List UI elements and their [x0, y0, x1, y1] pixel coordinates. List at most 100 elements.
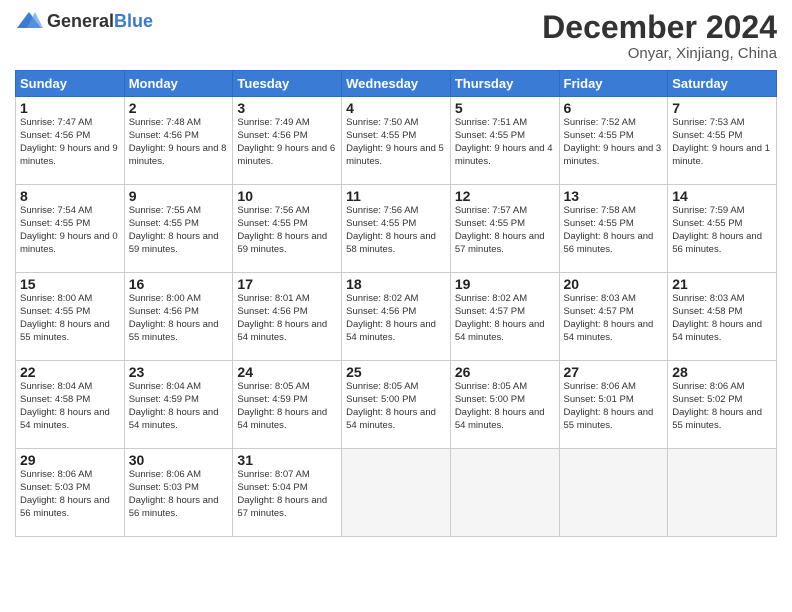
- day-info: Sunrise: 8:06 AM Sunset: 5:03 PM Dayligh…: [129, 469, 229, 520]
- calendar-cell: 8 Sunrise: 7:54 AM Sunset: 4:55 PM Dayli…: [16, 185, 125, 273]
- day-number: 19: [455, 276, 555, 292]
- day-number: 31: [237, 452, 337, 468]
- month-title: December 2024: [542, 10, 777, 45]
- day-number: 16: [129, 276, 229, 292]
- day-number: 25: [346, 364, 446, 380]
- day-info: Sunrise: 8:07 AM Sunset: 5:04 PM Dayligh…: [237, 469, 337, 520]
- day-of-week-header: Sunday: [16, 71, 125, 97]
- day-info: Sunrise: 7:55 AM Sunset: 4:55 PM Dayligh…: [129, 205, 229, 256]
- day-info: Sunrise: 8:05 AM Sunset: 5:00 PM Dayligh…: [346, 381, 446, 432]
- day-number: 26: [455, 364, 555, 380]
- day-of-week-header: Monday: [124, 71, 233, 97]
- day-info: Sunrise: 7:56 AM Sunset: 4:55 PM Dayligh…: [237, 205, 337, 256]
- calendar-cell: 19 Sunrise: 8:02 AM Sunset: 4:57 PM Dayl…: [450, 273, 559, 361]
- day-info: Sunrise: 8:04 AM Sunset: 4:59 PM Dayligh…: [129, 381, 229, 432]
- calendar-cell: [559, 449, 668, 537]
- day-info: Sunrise: 7:47 AM Sunset: 4:56 PM Dayligh…: [20, 117, 120, 168]
- title-area: December 2024 Onyar, Xinjiang, China: [542, 10, 777, 62]
- calendar-cell: 9 Sunrise: 7:55 AM Sunset: 4:55 PM Dayli…: [124, 185, 233, 273]
- calendar-cell: 28 Sunrise: 8:06 AM Sunset: 5:02 PM Dayl…: [668, 361, 777, 449]
- day-info: Sunrise: 7:58 AM Sunset: 4:55 PM Dayligh…: [564, 205, 664, 256]
- day-number: 15: [20, 276, 120, 292]
- calendar-cell: 26 Sunrise: 8:05 AM Sunset: 5:00 PM Dayl…: [450, 361, 559, 449]
- day-number: 1: [20, 100, 120, 116]
- calendar-cell: 27 Sunrise: 8:06 AM Sunset: 5:01 PM Dayl…: [559, 361, 668, 449]
- day-of-week-header: Saturday: [668, 71, 777, 97]
- main-container: GeneralBlue December 2024 Onyar, Xinjian…: [0, 0, 792, 545]
- day-number: 8: [20, 188, 120, 204]
- calendar-cell: 20 Sunrise: 8:03 AM Sunset: 4:57 PM Dayl…: [559, 273, 668, 361]
- day-info: Sunrise: 7:56 AM Sunset: 4:55 PM Dayligh…: [346, 205, 446, 256]
- day-info: Sunrise: 8:02 AM Sunset: 4:57 PM Dayligh…: [455, 293, 555, 344]
- calendar-cell: 7 Sunrise: 7:53 AM Sunset: 4:55 PM Dayli…: [668, 97, 777, 185]
- day-info: Sunrise: 8:06 AM Sunset: 5:01 PM Dayligh…: [564, 381, 664, 432]
- day-number: 29: [20, 452, 120, 468]
- calendar-cell: [342, 449, 451, 537]
- calendar-cell: 18 Sunrise: 8:02 AM Sunset: 4:56 PM Dayl…: [342, 273, 451, 361]
- day-number: 17: [237, 276, 337, 292]
- day-number: 9: [129, 188, 229, 204]
- day-info: Sunrise: 8:05 AM Sunset: 4:59 PM Dayligh…: [237, 381, 337, 432]
- calendar-cell: 14 Sunrise: 7:59 AM Sunset: 4:55 PM Dayl…: [668, 185, 777, 273]
- header: GeneralBlue December 2024 Onyar, Xinjian…: [15, 10, 777, 62]
- day-info: Sunrise: 8:04 AM Sunset: 4:58 PM Dayligh…: [20, 381, 120, 432]
- day-number: 12: [455, 188, 555, 204]
- calendar-cell: 31 Sunrise: 8:07 AM Sunset: 5:04 PM Dayl…: [233, 449, 342, 537]
- calendar-header-row: SundayMondayTuesdayWednesdayThursdayFrid…: [16, 71, 777, 97]
- calendar-cell: 3 Sunrise: 7:49 AM Sunset: 4:56 PM Dayli…: [233, 97, 342, 185]
- day-number: 22: [20, 364, 120, 380]
- day-info: Sunrise: 7:54 AM Sunset: 4:55 PM Dayligh…: [20, 205, 120, 256]
- day-info: Sunrise: 8:03 AM Sunset: 4:57 PM Dayligh…: [564, 293, 664, 344]
- day-number: 13: [564, 188, 664, 204]
- calendar-cell: 13 Sunrise: 7:58 AM Sunset: 4:55 PM Dayl…: [559, 185, 668, 273]
- day-number: 30: [129, 452, 229, 468]
- calendar-week-row: 22 Sunrise: 8:04 AM Sunset: 4:58 PM Dayl…: [16, 361, 777, 449]
- calendar-body: 1 Sunrise: 7:47 AM Sunset: 4:56 PM Dayli…: [16, 97, 777, 537]
- logo-icon: [15, 10, 43, 32]
- calendar-cell: 5 Sunrise: 7:51 AM Sunset: 4:55 PM Dayli…: [450, 97, 559, 185]
- day-info: Sunrise: 7:53 AM Sunset: 4:55 PM Dayligh…: [672, 117, 772, 168]
- day-info: Sunrise: 7:57 AM Sunset: 4:55 PM Dayligh…: [455, 205, 555, 256]
- day-number: 24: [237, 364, 337, 380]
- calendar-cell: 17 Sunrise: 8:01 AM Sunset: 4:56 PM Dayl…: [233, 273, 342, 361]
- calendar-table: SundayMondayTuesdayWednesdayThursdayFrid…: [15, 70, 777, 537]
- logo: GeneralBlue: [15, 10, 153, 32]
- day-number: 18: [346, 276, 446, 292]
- calendar-cell: 24 Sunrise: 8:05 AM Sunset: 4:59 PM Dayl…: [233, 361, 342, 449]
- day-number: 10: [237, 188, 337, 204]
- day-number: 11: [346, 188, 446, 204]
- calendar-cell: 11 Sunrise: 7:56 AM Sunset: 4:55 PM Dayl…: [342, 185, 451, 273]
- day-number: 23: [129, 364, 229, 380]
- day-info: Sunrise: 8:05 AM Sunset: 5:00 PM Dayligh…: [455, 381, 555, 432]
- calendar-week-row: 15 Sunrise: 8:00 AM Sunset: 4:55 PM Dayl…: [16, 273, 777, 361]
- day-number: 27: [564, 364, 664, 380]
- day-of-week-header: Wednesday: [342, 71, 451, 97]
- calendar-cell: 15 Sunrise: 8:00 AM Sunset: 4:55 PM Dayl…: [16, 273, 125, 361]
- day-of-week-header: Friday: [559, 71, 668, 97]
- day-info: Sunrise: 8:00 AM Sunset: 4:56 PM Dayligh…: [129, 293, 229, 344]
- calendar-cell: 23 Sunrise: 8:04 AM Sunset: 4:59 PM Dayl…: [124, 361, 233, 449]
- day-number: 5: [455, 100, 555, 116]
- logo-general: GeneralBlue: [47, 11, 153, 32]
- calendar-week-row: 8 Sunrise: 7:54 AM Sunset: 4:55 PM Dayli…: [16, 185, 777, 273]
- day-of-week-header: Tuesday: [233, 71, 342, 97]
- day-number: 21: [672, 276, 772, 292]
- calendar-cell: 29 Sunrise: 8:06 AM Sunset: 5:03 PM Dayl…: [16, 449, 125, 537]
- day-info: Sunrise: 8:02 AM Sunset: 4:56 PM Dayligh…: [346, 293, 446, 344]
- calendar-cell: 22 Sunrise: 8:04 AM Sunset: 4:58 PM Dayl…: [16, 361, 125, 449]
- day-info: Sunrise: 7:48 AM Sunset: 4:56 PM Dayligh…: [129, 117, 229, 168]
- day-number: 20: [564, 276, 664, 292]
- day-number: 3: [237, 100, 337, 116]
- calendar-cell: 6 Sunrise: 7:52 AM Sunset: 4:55 PM Dayli…: [559, 97, 668, 185]
- calendar-cell: 10 Sunrise: 7:56 AM Sunset: 4:55 PM Dayl…: [233, 185, 342, 273]
- calendar-week-row: 29 Sunrise: 8:06 AM Sunset: 5:03 PM Dayl…: [16, 449, 777, 537]
- day-number: 4: [346, 100, 446, 116]
- day-of-week-header: Thursday: [450, 71, 559, 97]
- day-info: Sunrise: 8:06 AM Sunset: 5:02 PM Dayligh…: [672, 381, 772, 432]
- day-info: Sunrise: 7:51 AM Sunset: 4:55 PM Dayligh…: [455, 117, 555, 168]
- day-info: Sunrise: 7:52 AM Sunset: 4:55 PM Dayligh…: [564, 117, 664, 168]
- calendar-cell: 16 Sunrise: 8:00 AM Sunset: 4:56 PM Dayl…: [124, 273, 233, 361]
- day-number: 14: [672, 188, 772, 204]
- day-number: 28: [672, 364, 772, 380]
- calendar-cell: 25 Sunrise: 8:05 AM Sunset: 5:00 PM Dayl…: [342, 361, 451, 449]
